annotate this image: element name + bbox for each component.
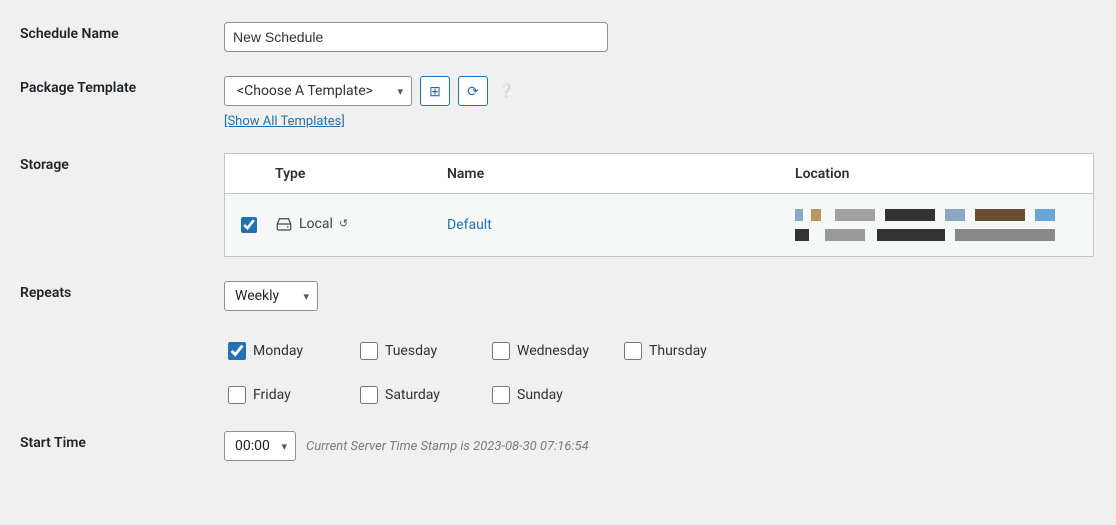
storage-row-checkbox[interactable] (241, 217, 257, 233)
day-label: Monday (253, 343, 303, 359)
day-checkbox-tuesday[interactable] (360, 342, 378, 360)
day-option-wednesday[interactable]: Wednesday (488, 339, 620, 363)
storage-location-redacted (795, 209, 1055, 241)
label-repeats: Repeats (0, 281, 224, 301)
day-label: Thursday (649, 343, 707, 359)
package-template-select[interactable]: <Choose A Template> ▾ (224, 76, 412, 106)
day-label: Sunday (517, 387, 563, 403)
day-checkbox-thursday[interactable] (624, 342, 642, 360)
label-package-template: Package Template (0, 76, 224, 96)
help-icon[interactable]: ❔ (498, 84, 514, 99)
day-checkbox-saturday[interactable] (360, 386, 378, 404)
server-time-note: Current Server Time Stamp is 2023-08-30 … (306, 439, 589, 454)
chevron-down-icon: ▾ (303, 290, 309, 303)
storage-header-location: Location (795, 166, 1093, 182)
day-label: Saturday (385, 387, 440, 403)
day-label: Tuesday (385, 343, 437, 359)
hard-drive-icon (275, 217, 293, 231)
package-template-value: <Choose A Template> (237, 83, 373, 99)
day-option-thursday[interactable]: Thursday (620, 339, 752, 363)
storage-table: Type Name Location (224, 153, 1094, 257)
day-option-saturday[interactable]: Saturday (356, 383, 488, 407)
table-row: Local ↺ Default (225, 194, 1093, 256)
show-all-templates-link[interactable]: [Show All Templates] (224, 114, 345, 129)
chevron-down-icon: ▾ (397, 85, 403, 98)
day-option-sunday[interactable]: Sunday (488, 383, 620, 407)
storage-header-type: Type (275, 166, 447, 182)
storage-header-name: Name (447, 166, 795, 182)
day-label: Friday (253, 387, 291, 403)
start-time-select[interactable]: 00:00 ▾ (224, 431, 296, 461)
chevron-down-icon: ▾ (281, 440, 287, 453)
day-checkbox-monday[interactable] (228, 342, 246, 360)
day-checkbox-sunday[interactable] (492, 386, 510, 404)
storage-type-label: Local (299, 216, 333, 232)
undo-icon: ↺ (339, 217, 348, 230)
label-start-time: Start Time (0, 431, 224, 451)
label-storage: Storage (0, 153, 224, 173)
refresh-icon: ⟳ (467, 83, 479, 100)
day-checkbox-wednesday[interactable] (492, 342, 510, 360)
start-time-value: 00:00 (235, 438, 270, 454)
refresh-templates-button[interactable]: ⟳ (458, 76, 488, 106)
day-option-friday[interactable]: Friday (224, 383, 356, 407)
label-schedule-name: Schedule Name (0, 22, 224, 42)
repeats-frequency-value: Weekly (235, 288, 279, 304)
day-label: Wednesday (517, 343, 589, 359)
day-checkbox-friday[interactable] (228, 386, 246, 404)
day-option-monday[interactable]: Monday (224, 339, 356, 363)
plus-square-icon: ⊞ (429, 83, 441, 100)
schedule-name-input[interactable] (224, 22, 608, 52)
storage-name-link[interactable]: Default (447, 217, 492, 233)
day-option-tuesday[interactable]: Tuesday (356, 339, 488, 363)
repeats-frequency-select[interactable]: Weekly ▾ (224, 281, 318, 311)
add-template-button[interactable]: ⊞ (420, 76, 450, 106)
